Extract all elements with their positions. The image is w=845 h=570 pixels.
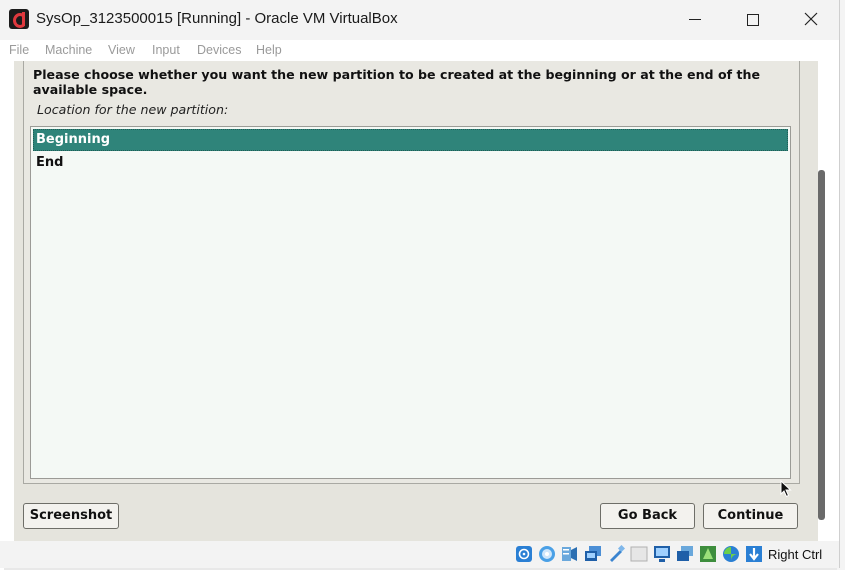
- title-bar[interactable]: SysOp_3123500015 [Running] - Oracle VM V…: [0, 0, 839, 39]
- continue-button[interactable]: Continue: [703, 503, 798, 529]
- mouse-pointer-icon: [780, 480, 792, 498]
- hard-disk-icon[interactable]: [515, 545, 533, 563]
- window-title: SysOp_3123500015 [Running] - Oracle VM V…: [36, 10, 398, 27]
- list-item-label: Beginning: [36, 132, 111, 147]
- minimize-button[interactable]: [672, 5, 718, 35]
- host-key-label: Right Ctrl: [768, 547, 823, 562]
- vm-display[interactable]: Please choose whether you want the new p…: [0, 61, 839, 541]
- menu-input[interactable]: Input: [152, 43, 180, 57]
- menu-view[interactable]: View: [108, 43, 135, 57]
- menu-help[interactable]: Help: [256, 43, 282, 57]
- display-icon[interactable]: [653, 545, 671, 563]
- vm-scrollbar-thumb[interactable]: [818, 170, 825, 520]
- list-item-label: End: [36, 155, 64, 170]
- go-back-button[interactable]: Go Back: [600, 503, 695, 529]
- partition-question: Please choose whether you want the new p…: [33, 67, 760, 97]
- minimize-icon: [689, 19, 701, 20]
- maximize-button[interactable]: [730, 5, 776, 35]
- cpu-activity-icon[interactable]: [722, 545, 740, 563]
- usb-icon[interactable]: [607, 545, 625, 563]
- network-icon[interactable]: [584, 545, 602, 563]
- close-button[interactable]: [788, 5, 834, 35]
- mouse-integration-icon[interactable]: [699, 545, 717, 563]
- status-bar: Right Ctrl: [0, 541, 839, 568]
- screenshot-button[interactable]: Screenshot: [23, 503, 119, 529]
- partition-location-list[interactable]: Beginning End: [30, 126, 791, 479]
- virtualbox-app-icon: [9, 9, 29, 29]
- video-capture-icon[interactable]: [676, 545, 694, 563]
- maximize-icon: [747, 14, 759, 26]
- keyboard-capture-icon[interactable]: [745, 545, 763, 563]
- shared-folders-icon[interactable]: [630, 545, 648, 563]
- virtualbox-window: SysOp_3123500015 [Running] - Oracle VM V…: [0, 0, 840, 568]
- close-icon: [804, 12, 818, 26]
- optical-drive-icon[interactable]: [538, 545, 556, 563]
- menu-file[interactable]: File: [9, 43, 29, 57]
- menu-machine[interactable]: Machine: [45, 43, 92, 57]
- audio-icon[interactable]: [561, 545, 579, 563]
- menu-bar: File Machine View Input Devices Help: [0, 40, 839, 61]
- list-item-beginning[interactable]: Beginning: [33, 129, 788, 151]
- menu-devices[interactable]: Devices: [197, 43, 241, 57]
- location-label: Location for the new partition:: [37, 102, 229, 117]
- list-item-end[interactable]: End: [33, 152, 788, 174]
